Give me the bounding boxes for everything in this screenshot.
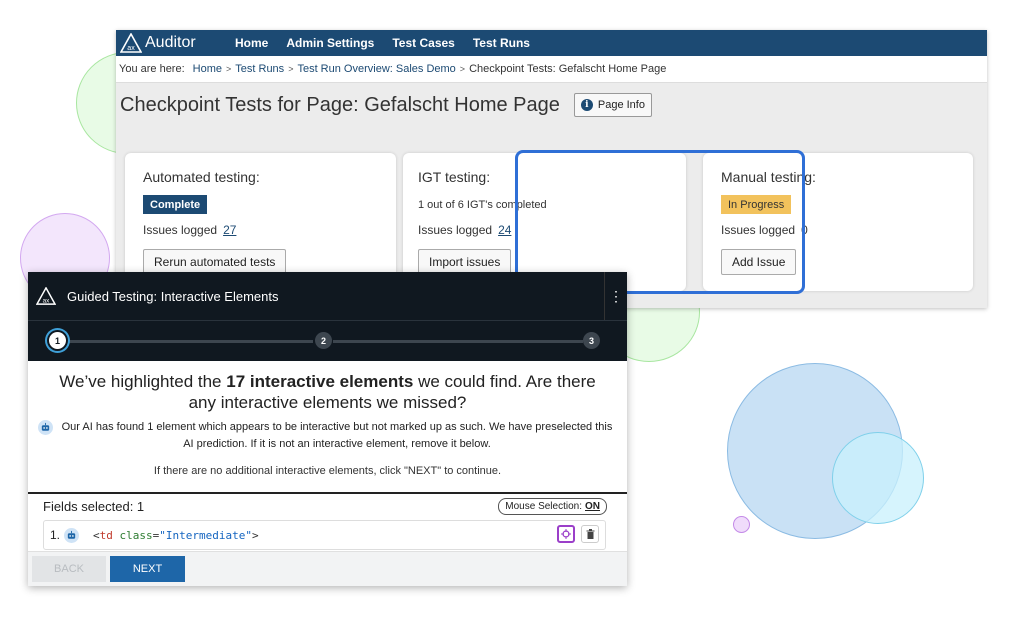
step-2[interactable]: 2 (315, 332, 332, 349)
axe-logo-icon: ax (120, 33, 142, 53)
back-button[interactable]: BACK (32, 556, 106, 582)
status-badge-complete: Complete (143, 195, 208, 214)
question-highlight: 17 interactive elements (226, 372, 414, 391)
ai-robot-icon (38, 420, 53, 435)
kebab-menu-icon[interactable]: ⋮ (604, 272, 627, 320)
guided-question: We’ve highlighted the 17 interactive ele… (48, 371, 607, 413)
mouse-selection-value: ON (585, 501, 600, 512)
breadcrumb-test-runs[interactable]: Test Runs (235, 63, 284, 75)
mouse-selection-toggle[interactable]: Mouse Selection: ON (498, 498, 607, 515)
fields-header: Fields selected: 1 Mouse Selection: ON (28, 492, 627, 518)
breadcrumb-separator: > (226, 64, 232, 74)
breadcrumb-separator: > (288, 64, 294, 74)
guided-footer: BACK NEXT (28, 551, 627, 586)
trash-icon (586, 529, 594, 539)
igt-issues: Issues logged 24 (418, 223, 511, 237)
highlight-target-button[interactable] (557, 525, 575, 543)
igt-issues-count-link[interactable]: 24 (498, 223, 511, 237)
decor-circle-cyan (832, 432, 924, 524)
page-title: Checkpoint Tests for Page: Gefalscht Hom… (120, 93, 560, 116)
ai-note-text: Our AI has found 1 element which appears… (61, 421, 613, 450)
top-nav: ax Auditor Home Admin Settings Test Case… (116, 30, 987, 56)
breadcrumb-label: You are here: (119, 63, 185, 75)
auditor-window: ax Auditor Home Admin Settings Test Case… (116, 30, 987, 308)
igt-card-title: IGT testing: (418, 169, 491, 185)
automated-testing-card: Automated testing: Complete Issues logge… (125, 153, 396, 291)
ai-note: Our AI has found 1 element which appears… (38, 419, 615, 453)
question-pre: We’ve highlighted the (59, 372, 227, 391)
guided-title: Guided Testing: Interactive Elements (67, 288, 279, 304)
page-title-row: Checkpoint Tests for Page: Gefalscht Hom… (116, 83, 987, 127)
svg-text:ax: ax (43, 297, 51, 304)
automated-issues: Issues logged 27 (143, 223, 236, 237)
nav-home[interactable]: Home (235, 36, 268, 50)
axe-logo-icon: ax (36, 287, 56, 305)
issues-label: Issues logged (418, 223, 493, 237)
stepper-line (333, 340, 583, 343)
issues-label: Issues logged (143, 223, 218, 237)
guided-header: ax Guided Testing: Interactive Elements … (28, 272, 627, 320)
breadcrumb-current: Checkpoint Tests: Gefalscht Home Page (469, 63, 667, 75)
continue-note: If there are no additional interactive e… (153, 465, 502, 477)
nav-test-runs[interactable]: Test Runs (473, 36, 530, 50)
guided-testing-panel: ax Guided Testing: Interactive Elements … (28, 272, 627, 586)
ai-robot-icon (64, 528, 80, 543)
element-code: <td class="Intermediate"> (93, 528, 259, 542)
nav-test-cases[interactable]: Test Cases (392, 36, 454, 50)
breadcrumb-separator: > (459, 64, 466, 74)
breadcrumb: You are here: Home > Test Runs > Test Ru… (116, 56, 987, 83)
progress-stepper: 1 2 3 (28, 320, 627, 361)
logo-text: Auditor (145, 34, 196, 51)
delete-button[interactable] (581, 525, 599, 543)
svg-text:ax: ax (127, 45, 135, 52)
nav-admin-settings[interactable]: Admin Settings (286, 36, 374, 50)
step-3[interactable]: 3 (583, 332, 600, 349)
info-icon: i (580, 99, 593, 111)
fields-selected-label: Fields selected: 1 (43, 498, 145, 514)
crosshair-icon (561, 529, 571, 539)
guided-logo: ax (36, 287, 56, 305)
next-button[interactable]: NEXT (110, 556, 185, 582)
page-info-button[interactable]: i Page Info (573, 93, 652, 117)
automated-card-title: Automated testing: (143, 169, 260, 185)
row-number: 1. (50, 528, 61, 542)
breadcrumb-home[interactable]: Home (193, 63, 222, 75)
stepper-line (68, 340, 313, 343)
mouse-selection-label: Mouse Selection: (505, 501, 582, 512)
auditor-logo[interactable]: ax Auditor (116, 33, 217, 53)
step-1[interactable]: 1 (49, 332, 66, 349)
list-item: 1. <td class="Intermediate"> (43, 520, 606, 550)
breadcrumb-test-run-overview[interactable]: Test Run Overview: Sales Demo (297, 63, 455, 75)
decor-circle-purple-small (733, 516, 750, 533)
page-info-label: Page Info (597, 99, 645, 111)
automated-issues-count-link[interactable]: 27 (223, 223, 236, 237)
